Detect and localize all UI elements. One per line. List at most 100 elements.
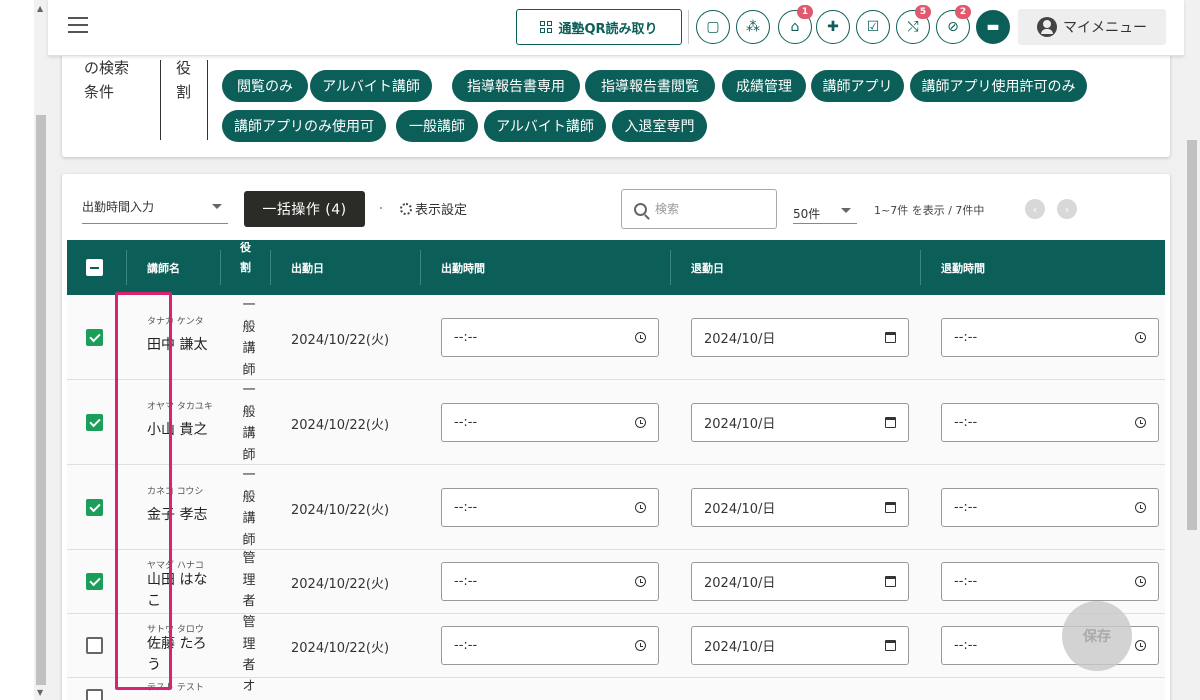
end-date-input[interactable]: 2024/10/日 — [691, 488, 909, 527]
teacher-name[interactable]: 金子 孝志 — [147, 505, 219, 526]
mode-select-value: 出勤時間入力 — [82, 200, 155, 214]
chat-outline-button[interactable]: ▢ — [696, 10, 730, 44]
mode-select[interactable]: 出勤時間入力 — [82, 194, 228, 224]
clock-icon[interactable] — [1135, 502, 1146, 513]
end-date-value: 2024/10/日 — [704, 502, 776, 517]
my-menu-button[interactable]: マイメニュー — [1018, 9, 1166, 45]
start-time-input[interactable]: --:-- — [441, 562, 659, 601]
end-date-input[interactable]: 2024/10/日 — [691, 626, 909, 665]
teacher-name[interactable]: 小山 貴之 — [147, 420, 219, 441]
group-button[interactable]: ⁂ — [736, 10, 770, 44]
select-all-checkbox[interactable] — [86, 259, 103, 276]
end-time-input[interactable]: --:-- — [941, 403, 1159, 442]
left-scrollbar[interactable]: ▲ ▼ — [0, 0, 48, 700]
clock-icon[interactable] — [635, 417, 646, 428]
merge-arrows-button[interactable]: ⤭ 5 — [896, 5, 931, 44]
hamburger-menu-icon[interactable] — [68, 17, 88, 33]
calendar-icon[interactable] — [885, 640, 896, 651]
header-teacher-name[interactable]: 講師名 — [147, 240, 180, 295]
role-chip[interactable]: 指導報告書専用 — [452, 70, 580, 102]
header-start-date[interactable]: 出勤日 — [291, 240, 324, 295]
clock-icon[interactable] — [635, 502, 646, 513]
end-date-input[interactable]: 2024/10/日 — [691, 562, 909, 601]
scroll-up-arrow-icon[interactable]: ▲ — [37, 4, 43, 13]
teacher-name[interactable]: 佐藤 たろう — [147, 634, 219, 676]
scroll-down-arrow-icon[interactable]: ▼ — [37, 688, 43, 697]
qr-code-icon — [540, 21, 553, 33]
scrollbar-thumb[interactable] — [36, 115, 46, 685]
calendar-icon[interactable] — [885, 576, 896, 587]
row-checkbox[interactable] — [86, 329, 103, 346]
header-start-time[interactable]: 出勤時間 — [441, 240, 485, 295]
teacher-name[interactable]: 田中 謙太 — [147, 335, 219, 356]
block-icon: ⊘ — [947, 19, 959, 35]
prev-page-button[interactable]: ‹ — [1025, 199, 1045, 219]
chat-filled-button[interactable]: ▬ — [976, 10, 1010, 44]
clock-icon[interactable] — [1135, 640, 1146, 651]
table-row: カネコ コウシ 金子 孝志 一般講師 2024/10/22(火) --:-- 2024/1… — [67, 465, 1165, 550]
school-button[interactable]: ⌂ 1 — [778, 5, 813, 44]
header-end-time[interactable]: 退勤時間 — [941, 240, 985, 295]
start-time-input[interactable]: --:-- — [441, 403, 659, 442]
notification-badge: 2 — [955, 5, 971, 19]
calendar-icon[interactable] — [885, 502, 896, 513]
per-page-select[interactable]: 50件 — [793, 200, 857, 224]
role-chip[interactable]: 講師アプリ — [811, 70, 904, 102]
clock-icon[interactable] — [1135, 576, 1146, 587]
row-checkbox[interactable] — [86, 637, 103, 654]
checklist-button[interactable]: ☑ — [856, 10, 890, 44]
clock-icon[interactable] — [635, 576, 646, 587]
save-button[interactable]: 保存 — [1062, 601, 1132, 671]
role-chip[interactable]: 一般講師 — [396, 110, 478, 142]
end-time-input[interactable]: --:-- — [941, 562, 1159, 601]
start-time-input[interactable]: --:-- — [441, 318, 659, 357]
bulk-action-button[interactable]: 一括操作 (4) — [244, 191, 365, 227]
calendar-icon[interactable] — [885, 332, 896, 343]
table-row: サトウ タロウ 佐藤 たろう 管理者 2024/10/22(火) --:-- 2024/1… — [67, 614, 1165, 678]
role-chip[interactable]: アルバイト講師 — [310, 70, 432, 102]
scrollbar-thumb[interactable] — [1187, 140, 1197, 530]
right-scrollbar[interactable] — [1184, 0, 1200, 700]
row-checkbox[interactable] — [86, 499, 103, 516]
end-time-value: --:-- — [954, 574, 978, 589]
header-role[interactable]: 役割 — [240, 238, 254, 293]
role-chip[interactable]: 閲覧のみ — [222, 70, 308, 102]
end-time-input[interactable]: --:-- — [941, 318, 1159, 357]
chevron-down-icon — [841, 208, 851, 213]
search-input[interactable] — [655, 202, 765, 216]
teacher-role: 管理者 — [242, 615, 256, 673]
row-checkbox[interactable] — [86, 573, 103, 590]
role-chip[interactable]: 入退室専門 — [612, 110, 707, 142]
role-chip[interactable]: 成績管理 — [722, 70, 806, 102]
display-settings-button[interactable]: 表示設定 — [400, 199, 467, 218]
clock-icon[interactable] — [635, 332, 646, 343]
next-page-button[interactable]: › — [1057, 199, 1077, 219]
calendar-icon[interactable] — [885, 417, 896, 428]
qr-scan-button[interactable]: 通塾QR読み取り — [516, 9, 682, 45]
row-checkbox[interactable] — [86, 414, 103, 431]
start-time-value: --:-- — [454, 638, 478, 653]
end-date-input[interactable]: 2024/10/日 — [691, 403, 909, 442]
start-time-input[interactable]: --:-- — [441, 626, 659, 665]
gear-icon — [400, 202, 412, 215]
end-date-input[interactable]: 2024/10/日 — [691, 318, 909, 357]
end-time-input[interactable]: --:-- — [941, 488, 1159, 527]
table-row: テスト テスト オ — [67, 678, 1165, 700]
role-chip[interactable]: アルバイト講師 — [484, 110, 606, 142]
clock-icon[interactable] — [635, 640, 646, 651]
start-time-value: --:-- — [454, 574, 478, 589]
clock-icon[interactable] — [1135, 332, 1146, 343]
row-checkbox[interactable] — [86, 689, 103, 700]
gift-button[interactable]: ✚ — [816, 10, 850, 44]
gift-icon: ✚ — [827, 19, 839, 35]
role-chip[interactable]: 講師アプリのみ使用可 — [222, 110, 386, 142]
teacher-name[interactable]: 山田 はなこ — [147, 570, 219, 612]
header-end-date[interactable]: 退勤日 — [691, 240, 724, 295]
end-date-value: 2024/10/日 — [704, 332, 776, 347]
role-chip[interactable]: 指導報告書閲覧 — [585, 70, 715, 102]
search-field[interactable] — [621, 189, 777, 229]
role-chip[interactable]: 講師アプリ使用許可のみ — [910, 70, 1087, 102]
block-button[interactable]: ⊘ 2 — [936, 5, 971, 44]
start-time-input[interactable]: --:-- — [441, 488, 659, 527]
clock-icon[interactable] — [1135, 417, 1146, 428]
